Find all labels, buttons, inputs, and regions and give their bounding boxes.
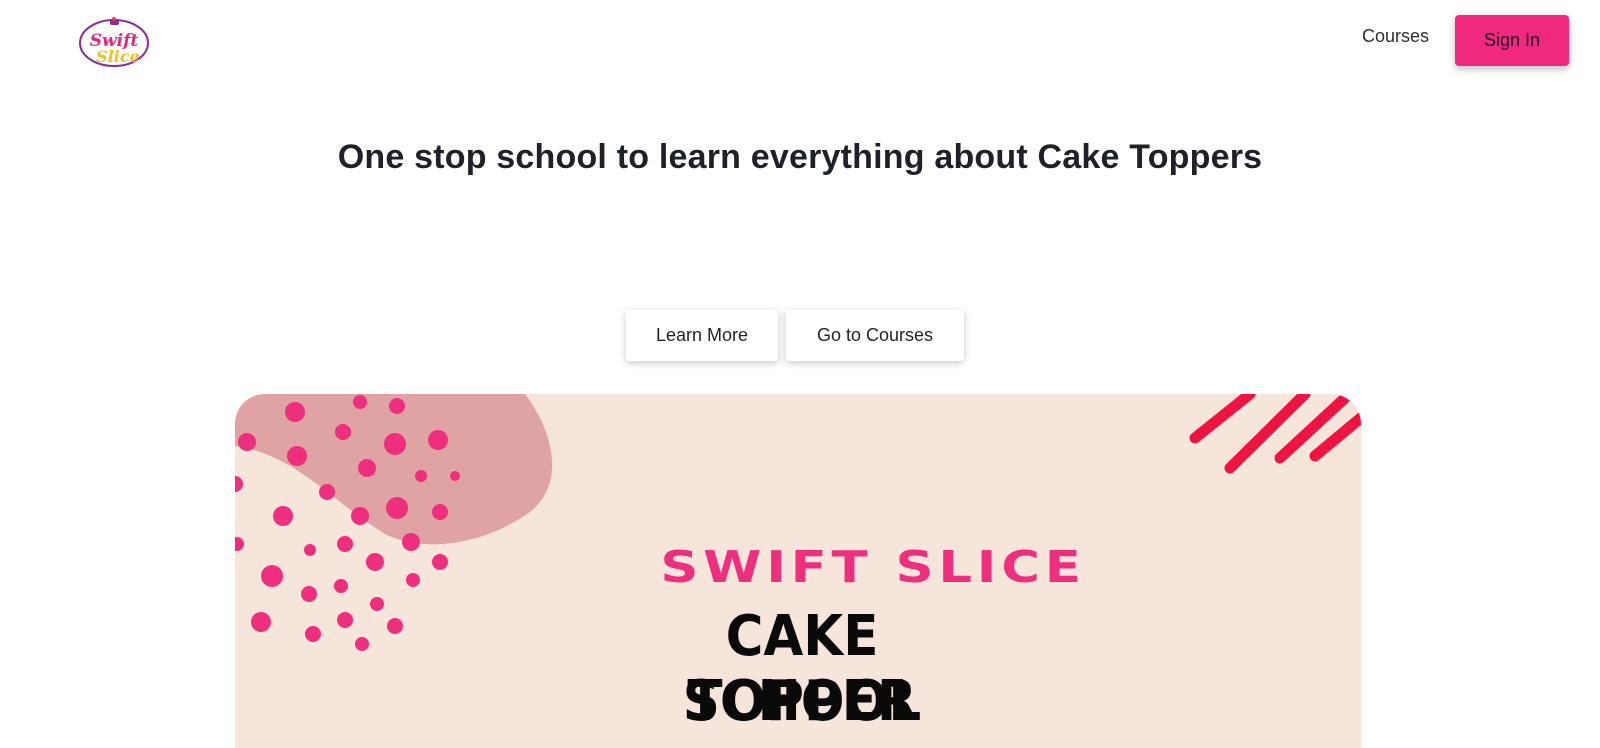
go-to-courses-button[interactable]: Go to Courses [786, 310, 964, 361]
banner-brand-text: SWIFT SLICE [660, 542, 1086, 593]
top-navbar: Swift Slice Courses Sign In [0, 0, 1600, 80]
logo-icon: Swift Slice [79, 17, 149, 67]
swift-slice-logo[interactable]: Swift Slice [78, 16, 150, 68]
logo-text-slice: Slice [96, 47, 140, 66]
nav-courses-link[interactable]: Courses [1362, 26, 1429, 47]
hero-title: One stop school to learn everything abou… [337, 138, 1263, 176]
banner-heading-line2: SCHOOL [682, 669, 922, 734]
sign-in-button[interactable]: Sign In [1455, 15, 1569, 66]
learn-more-button[interactable]: Learn More [626, 310, 778, 361]
hero-banner-image: SWIFT SLICE CAKE TOPPER SCHOOL [235, 394, 1361, 748]
red-brush-strokes [1189, 394, 1361, 474]
